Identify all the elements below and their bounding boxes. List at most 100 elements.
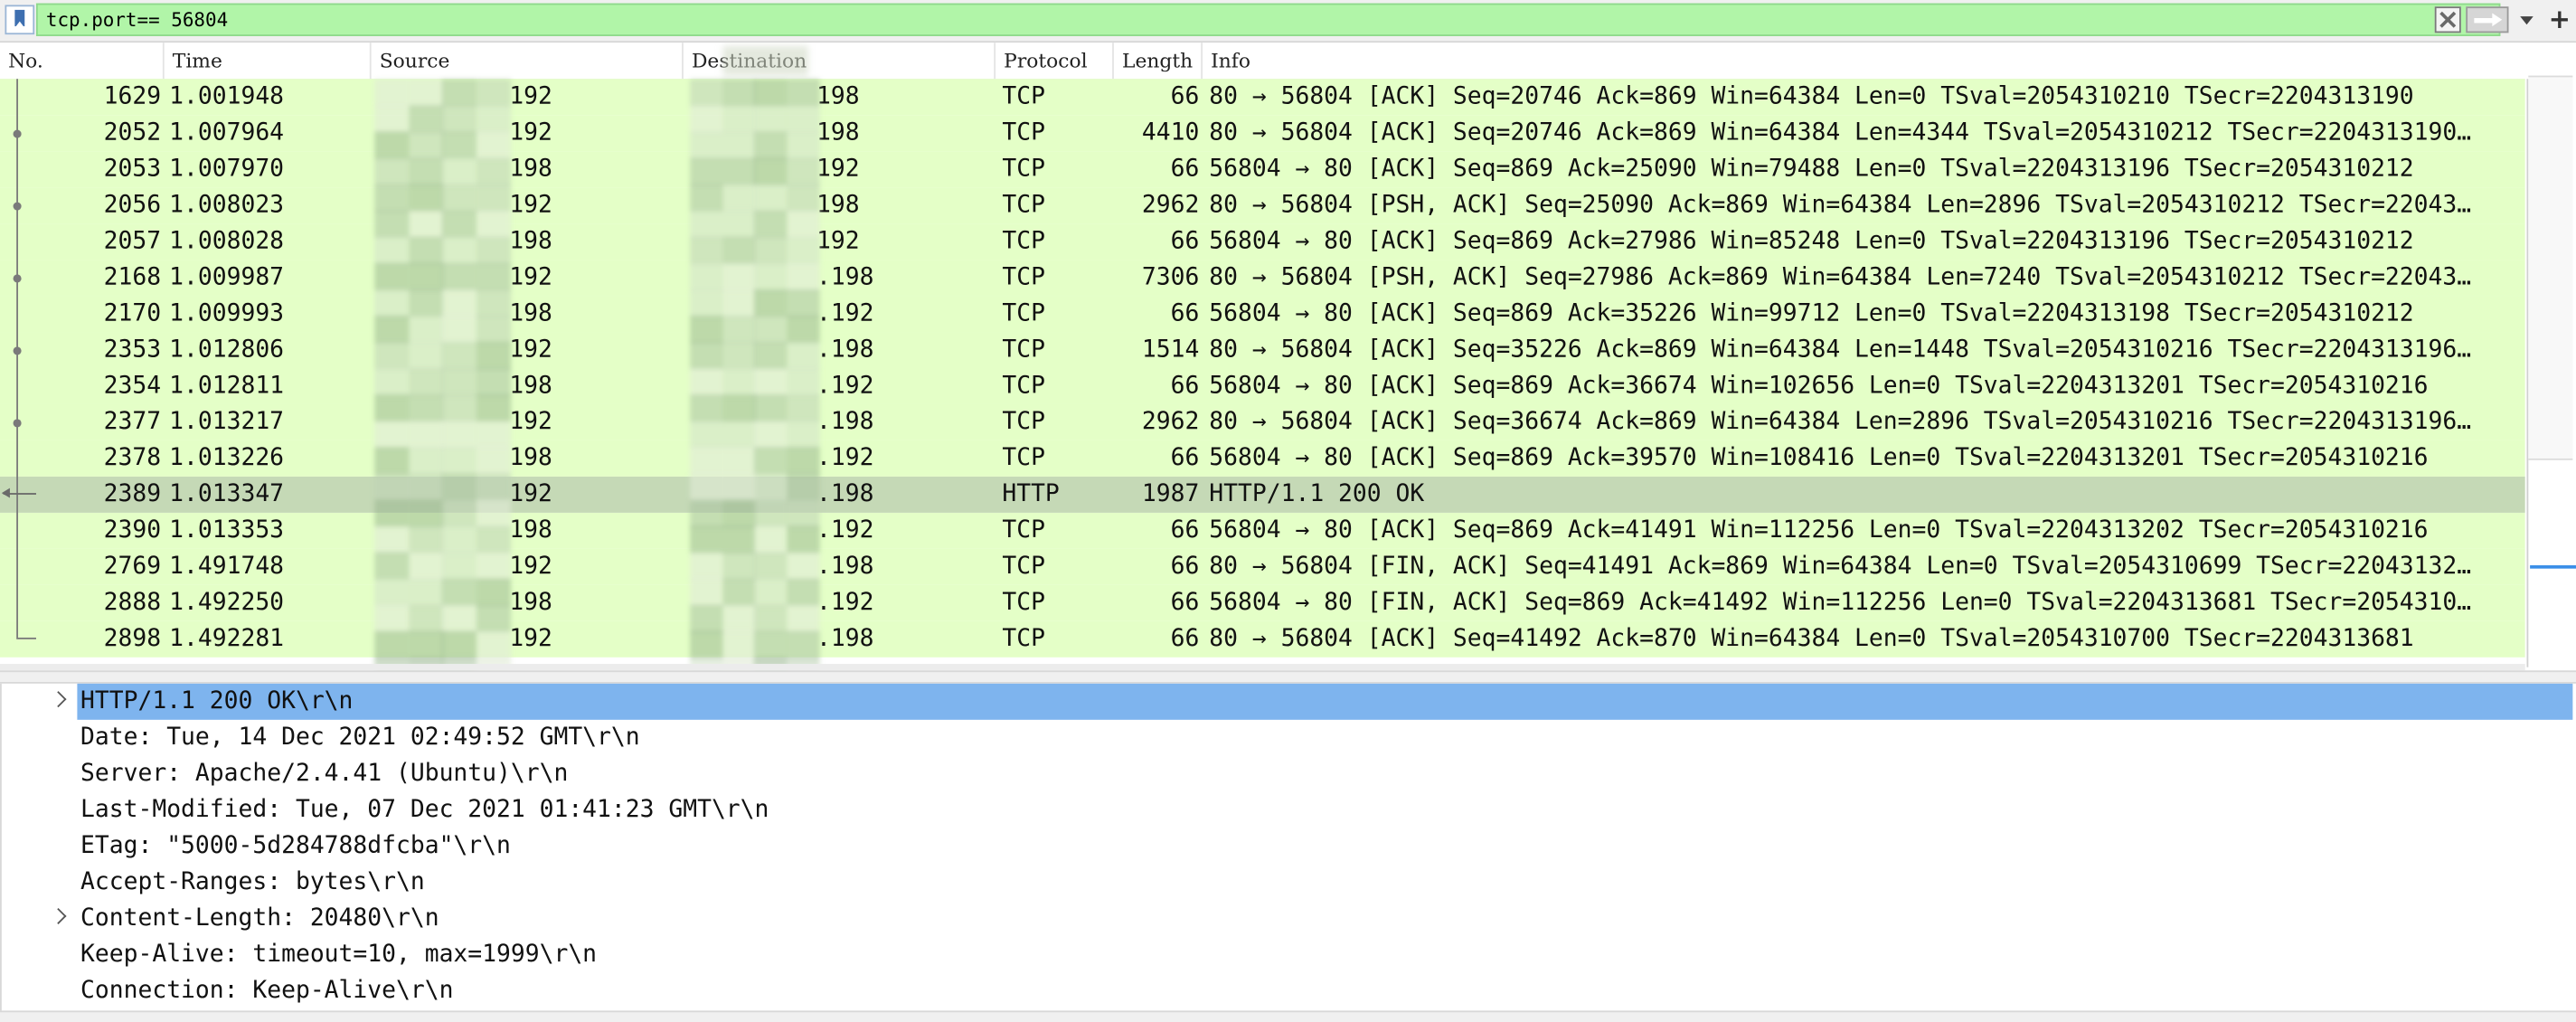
packet-length: 66	[1170, 300, 1200, 327]
redaction-pixel	[690, 552, 723, 580]
redaction-pixel	[441, 473, 477, 501]
packet-number: 2378	[103, 445, 162, 472]
packet-protocol: TCP	[1002, 590, 1045, 617]
packet-time: 1.013353	[169, 517, 285, 544]
details-pane-border	[0, 1010, 2576, 1022]
redaction-pixel	[786, 499, 819, 527]
packet-info: 80 → 56804 [FIN, ACK] Seq=41491 Ack=869 …	[1209, 554, 2472, 581]
redaction-pixel	[476, 499, 511, 527]
packet-protocol: TCP	[1002, 554, 1045, 581]
packet-destination: .198	[816, 264, 874, 291]
packet-number: 2888	[103, 590, 162, 617]
packet-destination: .192	[816, 590, 874, 617]
redaction-pixel	[690, 315, 723, 343]
redaction-pixel	[786, 289, 819, 317]
detail-tree-item[interactable]: Date: Tue, 14 Dec 2021 02:49:52 GMT\r\n	[2, 720, 2573, 756]
bookmark-icon[interactable]	[5, 5, 35, 35]
packet-destination: .198	[816, 409, 874, 436]
column-header-source[interactable]: Source	[372, 43, 684, 80]
redaction-pixel	[753, 367, 788, 395]
segment-marker-icon	[13, 419, 22, 428]
redaction-pixel	[408, 315, 443, 343]
segment-marker-icon	[13, 202, 22, 211]
packet-destination: .198	[816, 554, 874, 581]
redaction-pixel	[476, 105, 511, 133]
column-header-info[interactable]: Info	[1203, 43, 2525, 79]
packet-length: 1514	[1141, 336, 1200, 364]
packet-protocol: TCP	[1002, 409, 1045, 436]
packet-destination: 198	[816, 119, 860, 147]
packet-source: 192	[509, 83, 552, 110]
column-header-length[interactable]: Length	[1114, 43, 1203, 80]
redaction-pixel	[753, 394, 788, 422]
redaction-pixel	[786, 157, 819, 185]
packet-time: 1.008028	[169, 228, 285, 255]
packet-info: 80 → 56804 [ACK] Seq=20746 Ack=869 Win=6…	[1209, 83, 2414, 110]
display-filter-input[interactable]: tcp.port== 56804	[35, 3, 2501, 36]
packet-source: 192	[509, 192, 552, 219]
redaction-pixel	[786, 105, 819, 133]
column-header-time[interactable]: Time	[165, 43, 372, 80]
chevron-right-icon[interactable]	[50, 907, 67, 924]
redaction-pixel	[408, 499, 443, 527]
packet-number: 2170	[103, 300, 162, 327]
packet-list: No. Time Source Destination Protocol Len…	[0, 43, 2576, 685]
detail-tree-item[interactable]: ETag: "5000-5d284788dfcba"\r\n	[2, 828, 2573, 865]
detail-text: Accept-Ranges: bytes\r\n	[80, 869, 425, 896]
chevron-down-icon[interactable]	[2514, 6, 2540, 33]
redaction-pixel	[722, 447, 755, 475]
column-header-protocol[interactable]: Protocol	[995, 43, 1114, 80]
detail-tree-item[interactable]: Server: Apache/2.4.41 (Ubuntu)\r\n	[2, 756, 2573, 792]
packet-source: 198	[509, 300, 552, 327]
redaction-pixel	[786, 578, 819, 606]
packet-destination: .198	[816, 336, 874, 364]
redaction-pixel	[786, 525, 819, 554]
redaction-pixel	[441, 131, 477, 159]
redaction-pixel	[408, 367, 443, 395]
redaction-pixel	[753, 578, 788, 606]
packet-destination: 192	[816, 228, 860, 255]
detail-tree-item[interactable]: Connection: Keep-Alive\r\n	[2, 973, 2573, 1009]
detail-tree-item[interactable]: Content-Length: 20480\r\n	[2, 901, 2573, 937]
close-icon[interactable]	[2434, 6, 2461, 33]
packet-info: 56804 → 80 [ACK] Seq=869 Ack=41491 Win=1…	[1209, 517, 2429, 544]
detail-tree-item[interactable]: Keep-Alive: timeout=10, max=1999\r\n	[2, 937, 2573, 973]
horizontal-scrollbar[interactable]	[0, 664, 2525, 671]
redaction-pixel	[374, 79, 410, 107]
redaction-pixel	[786, 262, 819, 290]
packet-details-tree: HTTP/1.1 200 OK\r\n Date: Tue, 14 Dec 202…	[0, 683, 2576, 1022]
redaction-pixel	[722, 184, 755, 212]
redaction-pixel	[476, 184, 511, 212]
detail-text: Keep-Alive: timeout=10, max=1999\r\n	[80, 942, 598, 969]
redaction-pixel	[722, 105, 755, 133]
redaction-pixel	[690, 394, 723, 422]
plus-icon[interactable]: +	[2546, 4, 2572, 36]
pane-splitter[interactable]	[0, 670, 2576, 684]
redaction-pixel	[476, 578, 511, 606]
packet-destination: .192	[816, 300, 874, 327]
redaction-pixel	[786, 447, 819, 475]
detail-tree-item[interactable]: Last-Modified: Tue, 07 Dec 2021 01:41:23…	[2, 792, 2573, 828]
chevron-right-icon[interactable]	[50, 691, 67, 708]
redaction-pixel	[690, 210, 723, 238]
redaction-pixel	[408, 131, 443, 159]
redaction-pixel	[374, 578, 410, 606]
redaction-pixel	[722, 367, 755, 395]
redaction-pixel	[722, 578, 755, 606]
column-header-no[interactable]: No.	[0, 43, 165, 80]
redaction-pixel	[408, 184, 443, 212]
detail-tree-item[interactable]: HTTP/1.1 200 OK\r\n	[50, 683, 2573, 720]
conversation-tree-end	[16, 637, 36, 639]
redaction-pixel	[441, 236, 477, 264]
scrollbar-thumb[interactable]	[2528, 75, 2573, 460]
redaction-pixel	[441, 630, 477, 658]
packet-source: 192	[509, 264, 552, 291]
detail-text: Last-Modified: Tue, 07 Dec 2021 01:41:23…	[80, 797, 769, 824]
redaction-pixel	[476, 157, 511, 185]
packet-time: 1.007964	[169, 119, 285, 147]
packet-source: 198	[509, 156, 552, 183]
packet-source: 192	[509, 481, 552, 508]
packet-time: 1.012806	[169, 336, 285, 364]
arrow-right-icon[interactable]	[2466, 6, 2509, 33]
detail-tree-item[interactable]: Accept-Ranges: bytes\r\n	[2, 865, 2573, 901]
